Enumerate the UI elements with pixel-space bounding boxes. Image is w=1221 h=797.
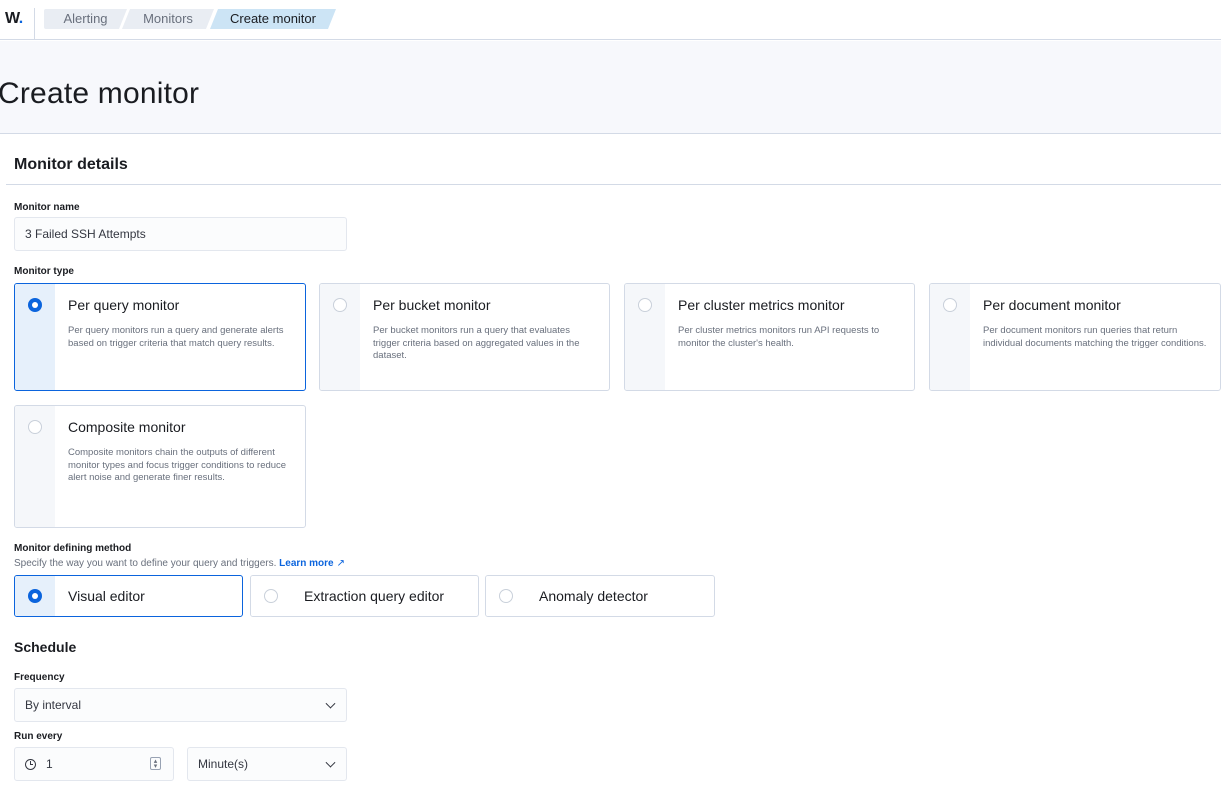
help-text: Specify the way you want to define your … xyxy=(14,558,277,569)
defining-method-label: Monitor defining method xyxy=(14,543,132,554)
radio-per-bucket[interactable] xyxy=(333,298,347,312)
card-title: Composite monitor xyxy=(68,419,186,435)
method-card-anomaly-detector[interactable]: Anomaly detector xyxy=(485,575,715,617)
radio-extraction-query-editor[interactable] xyxy=(264,589,278,603)
card-title: Per query monitor xyxy=(68,297,180,313)
monitor-name-label: Monitor name xyxy=(14,202,80,213)
radio-per-document[interactable] xyxy=(943,298,957,312)
defining-method-help: Specify the way you want to define your … xyxy=(14,558,345,569)
logo-dot: . xyxy=(18,10,23,27)
external-link-icon[interactable]: ↗ xyxy=(337,558,345,569)
radio-per-cluster-metrics[interactable] xyxy=(638,298,652,312)
frequency-select[interactable]: By interval xyxy=(14,688,347,722)
monitor-type-card-per-cluster-metrics[interactable]: Per cluster metrics monitor Per cluster … xyxy=(624,283,915,391)
learn-more-link[interactable]: Learn more xyxy=(279,558,333,569)
radio-per-query[interactable] xyxy=(28,298,42,312)
chevron-down-icon xyxy=(325,698,336,709)
method-title: Extraction query editor xyxy=(304,588,445,604)
run-every-unit-value: Minute(s) xyxy=(198,757,249,771)
stepper-icon[interactable]: ▴ ▾ xyxy=(150,757,161,770)
run-every-label: Run every xyxy=(14,731,63,742)
section-divider xyxy=(6,184,1221,185)
run-every-unit-select[interactable]: Minute(s) xyxy=(187,747,347,781)
method-card-extraction-query-editor[interactable]: Extraction query editor xyxy=(250,575,479,617)
monitor-type-card-per-query[interactable]: Per query monitor Per query monitors run… xyxy=(14,283,306,391)
page-header: Create monitor xyxy=(0,41,1221,134)
logo-text: W xyxy=(5,10,19,27)
breadcrumb-create-monitor: Create monitor xyxy=(210,9,336,29)
method-title: Visual editor xyxy=(68,588,145,604)
breadcrumb-alerting[interactable]: Alerting xyxy=(44,9,127,29)
card-description: Per document monitors run queries that r… xyxy=(983,325,1207,349)
card-description: Composite monitors chain the outputs of … xyxy=(68,447,287,483)
card-description: Per cluster metrics monitors run API req… xyxy=(678,325,880,349)
monitor-name-value: 3 Failed SSH Attempts xyxy=(25,227,146,241)
radio-anomaly-detector[interactable] xyxy=(499,589,513,603)
card-title: Per bucket monitor xyxy=(373,297,491,313)
clock-icon xyxy=(25,758,36,770)
monitor-name-input[interactable]: 3 Failed SSH Attempts xyxy=(14,217,347,251)
monitor-type-card-composite[interactable]: Composite monitor Composite monitors cha… xyxy=(14,405,306,528)
monitor-type-card-per-document[interactable]: Per document monitor Per document monito… xyxy=(929,283,1221,391)
app-logo[interactable]: W. xyxy=(5,10,23,28)
section-title-schedule: Schedule xyxy=(14,639,77,655)
frequency-label: Frequency xyxy=(14,672,65,683)
section-title-monitor-details: Monitor details xyxy=(14,156,128,173)
run-every-value: 1 xyxy=(46,757,53,771)
card-description: Per bucket monitors run a query that eva… xyxy=(373,325,580,361)
logo-divider xyxy=(34,8,35,40)
card-title: Per document monitor xyxy=(983,297,1121,313)
top-nav-bar: W. Alerting Monitors Create monitor xyxy=(0,0,1221,40)
method-title: Anomaly detector xyxy=(539,588,648,604)
monitor-type-card-per-bucket[interactable]: Per bucket monitor Per bucket monitors r… xyxy=(319,283,610,391)
card-title: Per cluster metrics monitor xyxy=(678,297,845,313)
page-title: Create monitor xyxy=(0,77,200,110)
breadcrumb-monitors[interactable]: Monitors xyxy=(122,9,214,29)
card-description: Per query monitors run a query and gener… xyxy=(68,325,284,349)
radio-composite[interactable] xyxy=(28,420,42,434)
radio-visual-editor[interactable] xyxy=(28,589,42,603)
monitor-type-label: Monitor type xyxy=(14,266,74,277)
method-card-visual-editor[interactable]: Visual editor xyxy=(14,575,243,617)
run-every-input[interactable]: 1 ▴ ▾ xyxy=(14,747,174,781)
frequency-value: By interval xyxy=(25,698,82,712)
chevron-down-icon xyxy=(325,757,336,768)
